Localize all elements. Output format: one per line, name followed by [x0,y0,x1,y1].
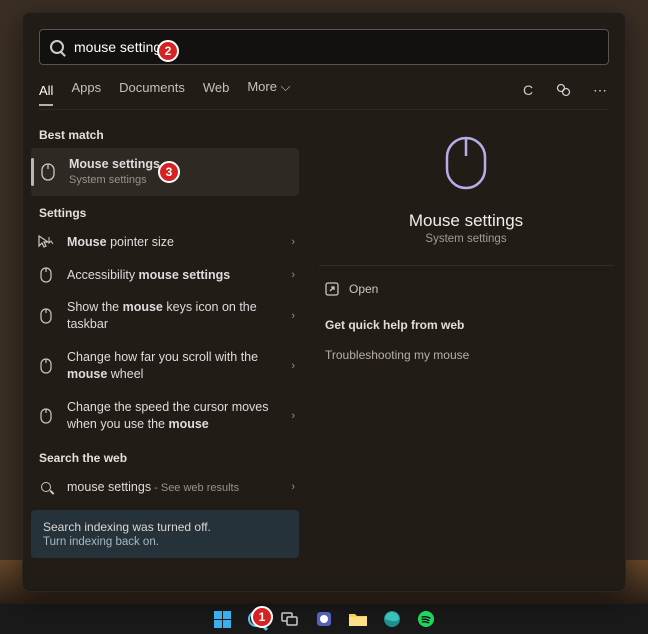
settings-item[interactable]: Accessibility mouse settings › [23,259,307,292]
more-icon[interactable]: ⋯ [591,81,609,99]
settings-item[interactable]: Change how far you scroll with the mouse… [23,341,307,391]
chevron-right-icon: › [291,310,295,322]
result-title: Accessibility mouse settings [67,267,279,284]
search-input[interactable] [74,39,598,55]
quick-help-header: Get quick help from web [319,304,613,342]
result-title: Change the speed the cursor moves when y… [67,399,279,433]
banner-title: Search indexing was turned off. [43,520,287,534]
preview-subtitle: System settings [319,233,613,245]
annotation-1: 1 [251,606,273,628]
result-title: mouse settings - See web results [67,479,279,496]
search-icon [50,40,64,54]
filter-tabs: All Apps Documents Web More ⌵ C ⋯ [39,79,609,110]
open-label: Open [349,282,378,296]
settings-header: Settings [23,196,307,226]
settings-item[interactable]: Mouse pointer size › [23,226,307,259]
mouse-icon [37,308,55,324]
mouse-icon [37,408,55,424]
chevron-right-icon: › [291,410,295,422]
taskbar-app-edge[interactable] [379,606,405,632]
open-icon [325,282,339,296]
open-action[interactable]: Open [319,274,613,304]
search-icon [37,482,55,492]
settings-item[interactable]: Show the mouse keys icon on the taskbar … [23,291,307,341]
search-box[interactable] [39,29,609,65]
chevron-right-icon: › [291,481,295,493]
result-title: Show the mouse keys icon on the taskbar [67,299,279,333]
taskbar [0,604,648,634]
web-header: Search the web [23,441,307,471]
annotation-2: 2 [157,40,179,62]
preview-title: Mouse settings [319,211,613,231]
mouse-icon [319,134,613,197]
banner-link[interactable]: Turn indexing back on. [43,536,287,548]
result-title: Change how far you scroll with the mouse… [67,349,279,383]
mouse-icon [39,163,57,181]
tab-documents[interactable]: Documents [119,80,185,101]
web-result-item[interactable]: mouse settings - See web results › [23,471,307,504]
help-link[interactable]: Troubleshooting my mouse [319,342,613,368]
indexing-banner[interactable]: Search indexing was turned off. Turn ind… [31,510,299,558]
tab-more[interactable]: More ⌵ [247,79,290,101]
refresh-icon[interactable]: C [519,81,537,99]
chevron-right-icon: › [291,236,295,248]
chevron-right-icon: › [291,360,295,372]
mouse-icon [37,358,55,374]
annotation-3: 3 [158,161,180,183]
taskbar-app-spotify[interactable] [413,606,439,632]
search-options-icon[interactable] [555,81,573,99]
taskbar-app-chat[interactable] [311,606,337,632]
pointer-icon [37,235,55,249]
task-view-button[interactable] [277,606,303,632]
result-title: Mouse pointer size [67,234,279,251]
settings-item[interactable]: Change the speed the cursor moves when y… [23,391,307,441]
preview-pane: Mouse settings System settings Open Get … [307,110,625,584]
chevron-down-icon: ⌵ [281,79,291,94]
taskbar-app-explorer[interactable] [345,606,371,632]
best-match-header: Best match [23,118,307,148]
tab-web[interactable]: Web [203,80,230,101]
chevron-right-icon: › [291,269,295,281]
mouse-icon [37,267,55,283]
search-flyout: All Apps Documents Web More ⌵ C ⋯ Best m… [22,12,626,592]
tab-apps[interactable]: Apps [71,80,101,101]
tab-all[interactable]: All [39,83,53,106]
start-button[interactable] [209,606,235,632]
